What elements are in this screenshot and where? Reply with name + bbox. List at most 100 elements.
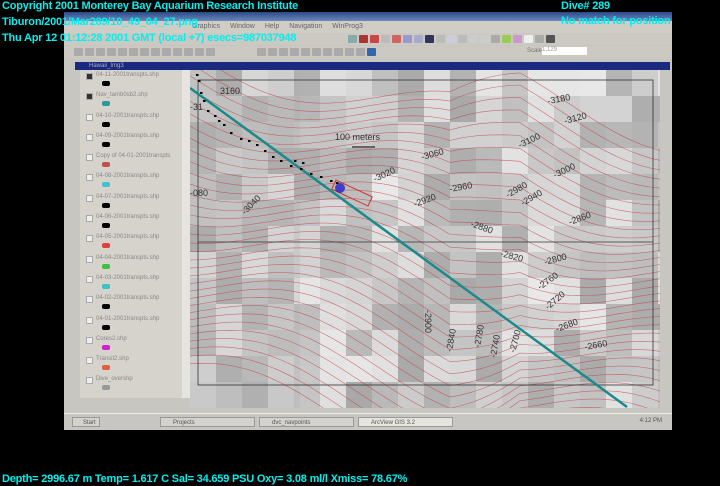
bathymetry-shade bbox=[190, 70, 300, 408]
toolbar-button[interactable] bbox=[447, 35, 456, 43]
toolbar-button[interactable] bbox=[546, 35, 555, 43]
layer-checkbox[interactable] bbox=[86, 154, 93, 162]
tool-button[interactable] bbox=[184, 48, 193, 56]
legend-scrollbar[interactable] bbox=[182, 70, 190, 398]
task-arcview[interactable]: ArcView GIS 3.2 bbox=[358, 417, 453, 427]
toolbar-button[interactable] bbox=[513, 35, 522, 43]
legend-item[interactable]: 04-02-2001transpts.shp bbox=[80, 293, 190, 313]
tool-button[interactable] bbox=[290, 48, 299, 56]
layer-checkbox[interactable] bbox=[86, 336, 93, 344]
tool-button[interactable] bbox=[151, 48, 160, 56]
layer-checkbox[interactable] bbox=[86, 255, 93, 263]
bathymetry-cell bbox=[476, 252, 502, 278]
bathymetry-cell bbox=[580, 278, 606, 304]
layer-checkbox[interactable] bbox=[86, 194, 93, 202]
layer-checkbox[interactable] bbox=[86, 174, 93, 182]
legend-item[interactable]: Cores2.shp bbox=[80, 334, 190, 354]
contour-label: -2900 bbox=[423, 310, 433, 333]
tool-button[interactable] bbox=[367, 48, 376, 56]
toolbar-button[interactable] bbox=[436, 35, 445, 43]
toolbar-button[interactable] bbox=[370, 35, 379, 43]
layer-checkbox[interactable] bbox=[86, 133, 93, 141]
legend-item[interactable]: 04-01-2001transpts.shp bbox=[80, 314, 190, 334]
bathymetry-cell bbox=[606, 356, 632, 382]
layer-checkbox[interactable] bbox=[86, 296, 93, 304]
legend-item[interactable]: 04-03-2001transpts.shp bbox=[80, 273, 190, 293]
toolbar-button[interactable] bbox=[381, 35, 390, 43]
tool-button[interactable] bbox=[206, 48, 215, 56]
legend-item[interactable]: 04-06-2001transpts.shp bbox=[80, 212, 190, 232]
tool-button[interactable] bbox=[268, 48, 277, 56]
layer-checkbox[interactable] bbox=[86, 357, 93, 365]
toolbar-button[interactable] bbox=[491, 35, 500, 43]
scale-input[interactable]: 1,129 bbox=[542, 47, 587, 55]
legend-item[interactable]: 04-05-2001transpts.shp bbox=[80, 232, 190, 252]
tool-button[interactable] bbox=[323, 48, 332, 56]
layer-checkbox[interactable] bbox=[86, 93, 93, 101]
tool-button[interactable] bbox=[107, 48, 116, 56]
tool-button[interactable] bbox=[356, 48, 365, 56]
layer-checkbox[interactable] bbox=[86, 377, 93, 385]
toolbar-button[interactable] bbox=[348, 35, 357, 43]
legend-item[interactable]: Nav_tamb0sb2.shp bbox=[80, 90, 190, 110]
tool-button[interactable] bbox=[257, 48, 266, 56]
legend-item[interactable]: Dive_overshp bbox=[80, 374, 190, 394]
bathymetry-cell bbox=[398, 122, 424, 148]
toolbar-button[interactable] bbox=[403, 35, 412, 43]
layer-checkbox[interactable] bbox=[86, 73, 93, 80]
toolbar-button[interactable] bbox=[414, 35, 423, 43]
tool-button[interactable] bbox=[279, 48, 288, 56]
toolbar-button[interactable] bbox=[425, 35, 434, 43]
layer-checkbox[interactable] bbox=[86, 316, 93, 324]
toolbar-button[interactable] bbox=[535, 35, 544, 43]
layer-checkbox[interactable] bbox=[86, 215, 93, 223]
tool-button[interactable] bbox=[345, 48, 354, 56]
tool-button[interactable] bbox=[85, 48, 94, 56]
legend-item[interactable]: 04-11-2001transpts.shp bbox=[80, 70, 190, 90]
layer-symbol-icon bbox=[102, 182, 110, 188]
bathymetry-cell bbox=[606, 304, 632, 330]
toolbar-button[interactable] bbox=[359, 35, 368, 43]
legend-item[interactable]: 04-04-2001transpts.shp bbox=[80, 253, 190, 273]
bathymetry-cell bbox=[606, 70, 632, 96]
tool-button[interactable] bbox=[301, 48, 310, 56]
layer-checkbox[interactable] bbox=[86, 275, 93, 283]
toolbar-button[interactable] bbox=[458, 35, 467, 43]
legend-item[interactable]: 04-09-2001transpts.shp bbox=[80, 131, 190, 151]
tool-button[interactable] bbox=[74, 48, 83, 56]
map-view[interactable]: 100 meters3160-3180-3120-3100-3060-3020-… bbox=[190, 70, 660, 408]
legend-item[interactable]: 04-07-2001transpts.shp bbox=[80, 192, 190, 212]
bathymetry-cell bbox=[398, 304, 424, 330]
toolbar-button[interactable] bbox=[469, 35, 478, 43]
toolbar-button[interactable] bbox=[392, 35, 401, 43]
toolbar-button[interactable] bbox=[502, 35, 511, 43]
layer-name: Nav_tamb0sb2.shp bbox=[96, 92, 148, 99]
toolbar-button[interactable] bbox=[524, 35, 533, 43]
layer-checkbox[interactable] bbox=[86, 235, 93, 243]
tool-button[interactable] bbox=[334, 48, 343, 56]
task-projects[interactable]: Projects bbox=[160, 417, 255, 427]
toolbar-button[interactable] bbox=[480, 35, 489, 43]
tool-button[interactable] bbox=[140, 48, 149, 56]
tool-button[interactable] bbox=[129, 48, 138, 56]
tool-button[interactable] bbox=[173, 48, 182, 56]
tool-button[interactable] bbox=[195, 48, 204, 56]
bathymetry-cell bbox=[450, 382, 476, 408]
menu-winprog[interactable]: WinProg3 bbox=[332, 21, 363, 33]
bathymetry-cell bbox=[476, 70, 502, 96]
tool-button[interactable] bbox=[162, 48, 171, 56]
legend-item[interactable]: Copy of 04-01-2001transpts bbox=[80, 151, 190, 171]
tool-button[interactable] bbox=[96, 48, 105, 56]
start-button[interactable]: Start bbox=[72, 417, 100, 427]
tool-button[interactable] bbox=[118, 48, 127, 56]
legend-item[interactable]: 04-10-2001transpts.shp bbox=[80, 111, 190, 131]
bathymetry-cell bbox=[476, 174, 502, 200]
legend-item[interactable]: Transit2.shp bbox=[80, 354, 190, 374]
bathymetry-cell bbox=[606, 122, 632, 148]
legend-item[interactable]: 04-08-2001transpts.shp bbox=[80, 171, 190, 191]
tool-button[interactable] bbox=[312, 48, 321, 56]
bathymetry-cell bbox=[502, 226, 528, 252]
taskbar: Start Projects dvc_navpoints ArcView GIS… bbox=[64, 413, 672, 430]
layer-checkbox[interactable] bbox=[86, 113, 93, 121]
task-navpoints[interactable]: dvc_navpoints bbox=[259, 417, 354, 427]
